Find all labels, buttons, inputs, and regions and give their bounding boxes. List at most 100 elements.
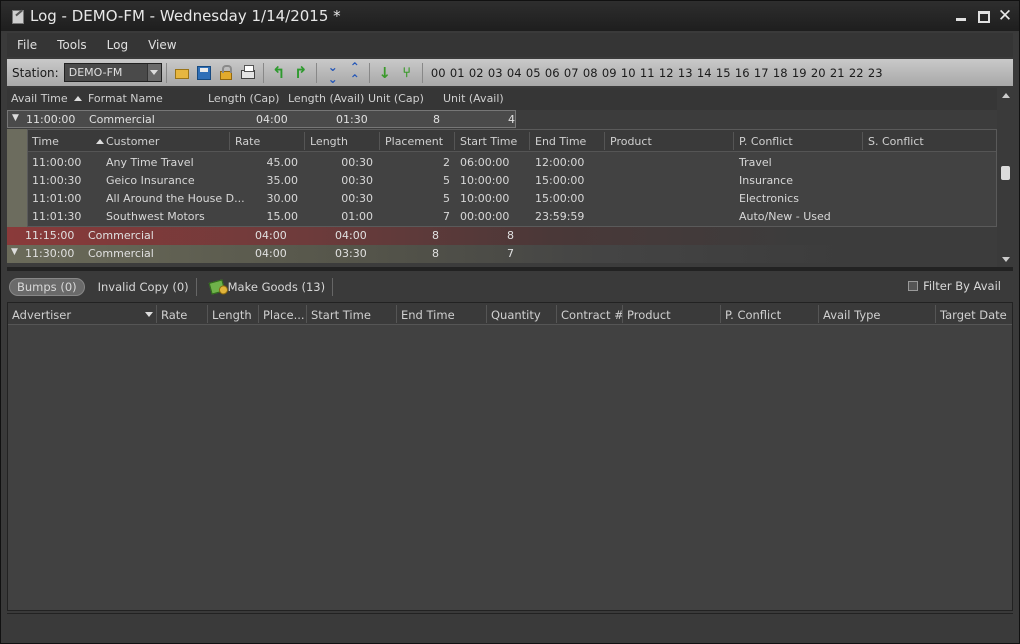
column-p-conflict[interactable]: P. Conflict [725,308,781,322]
spot-row[interactable]: 11:00:00 Any Time Travel 45.00 00:30 2 06:00:… [28,153,996,171]
open-folder-button[interactable] [173,64,191,82]
spot-start-time: 10:00:00 [460,174,510,187]
column-end-time[interactable]: End Time [401,308,455,322]
collapse-triangle-icon[interactable]: ▼ [11,247,18,257]
hour-button-09[interactable]: 09 [600,66,619,80]
avail-row[interactable]: ▼ 11:00:00 Commercial 04:00 01:30 8 4 [7,110,516,128]
spot-row[interactable]: 11:00:30 Geico Insurance 35.00 00:30 5 10:00:… [28,171,996,189]
column-quantity[interactable]: Quantity [491,308,541,322]
chevron-down-icon[interactable] [146,64,161,81]
toolbar-separator [262,62,264,83]
hour-button-07[interactable]: 07 [562,66,581,80]
column-length-avail[interactable]: Length (Avail) [288,92,364,105]
hour-button-22[interactable]: 22 [847,66,866,80]
column-avail-type[interactable]: Avail Type [823,308,881,322]
hour-button-08[interactable]: 08 [581,66,600,80]
hour-button-14[interactable]: 14 [695,66,714,80]
station-dropdown[interactable]: DEMO-FM [63,63,162,82]
tab-invalid-copy[interactable]: Invalid Copy (0) [91,278,197,296]
sort-ascending-icon [73,96,82,101]
printer-icon [240,65,255,79]
menu-log[interactable]: Log [97,38,138,52]
column-placement[interactable]: Place... [263,308,305,322]
hour-button-02[interactable]: 02 [467,66,486,80]
undo-button[interactable]: ↰ [270,64,288,82]
spot-row[interactable]: 11:01:00 All Around the House D... 30.00 00… [28,189,996,207]
redo-button[interactable]: ↱ [292,64,310,82]
hour-button-12[interactable]: 12 [657,66,676,80]
column-length[interactable]: Length [212,308,252,322]
save-button[interactable] [195,64,213,82]
column-s-conflict[interactable]: S. Conflict [868,135,924,148]
column-format-name[interactable]: Format Name [88,92,163,105]
menu-tools[interactable]: Tools [47,38,97,52]
column-contract[interactable]: Contract # [561,308,624,322]
move-down-button[interactable]: ↓ [376,64,394,82]
hour-button-11[interactable]: 11 [638,66,657,80]
hour-button-23[interactable]: 23 [866,66,885,80]
tab-bumps[interactable]: Bumps (0) [9,278,85,296]
lock-button[interactable] [217,64,235,82]
collapse-triangle-icon[interactable]: ▼ [12,113,19,123]
close-icon[interactable]: ✕ [997,8,1013,25]
print-button[interactable] [239,64,257,82]
hour-button-15[interactable]: 15 [714,66,733,80]
column-product[interactable]: Product [627,308,671,322]
spot-customer: Geico Insurance [106,174,195,187]
hour-button-19[interactable]: 19 [790,66,809,80]
menu-file[interactable]: File [7,38,47,52]
column-unit-cap[interactable]: Unit (Cap) [368,92,424,105]
length-cap: 04:00 [255,229,287,242]
tab-make-goods-label: Make Goods (13) [227,280,326,294]
hour-button-13[interactable]: 13 [676,66,695,80]
branch-button[interactable]: ⑂ [398,64,416,82]
hour-button-03[interactable]: 03 [486,66,505,80]
column-advertiser[interactable]: Advertiser [12,308,71,322]
column-rate[interactable]: Rate [161,308,187,322]
avail-row[interactable]: 11:15:00 Commercial 04:00 04:00 8 8 [7,227,997,245]
avail-row[interactable]: ▼ 11:30:00 Commercial 04:00 03:30 8 7 [7,245,997,263]
column-product[interactable]: Product [610,135,652,148]
filter-checkbox[interactable] [908,281,919,291]
collapse-all-button[interactable]: ⌃ ⌃ [345,61,363,85]
toolbar: Station: DEMO-FM ↰ ↱ ⌄ ⌄ ⌃ ⌃ ↓ ⑂ 00 01 02 03 0… [7,59,1013,86]
column-target-date[interactable]: Target Date [940,308,1007,322]
scroll-thumb[interactable] [1001,166,1010,180]
hour-button-00[interactable]: 00 [429,66,448,80]
scroll-up-icon[interactable] [1002,93,1010,98]
unit-avail: 7 [507,247,514,260]
column-avail-time[interactable]: Avail Time [11,92,82,105]
column-p-conflict[interactable]: P. Conflict [739,135,793,148]
make-goods-grid-header: Advertiser Rate Length Place... Start Ti… [8,303,1012,325]
spot-row[interactable]: 11:01:30 Southwest Motors 15.00 01:00 7 00:00… [28,207,996,225]
column-placement[interactable]: Placement [385,135,443,148]
column-time[interactable]: Time [32,135,59,148]
hour-button-05[interactable]: 05 [524,66,543,80]
filter-by-avail[interactable]: Filter By Avail [908,279,1001,293]
vertical-scrollbar[interactable] [998,88,1013,267]
splitter[interactable] [7,267,1013,271]
column-customer[interactable]: Customer [106,135,159,148]
scroll-down-icon[interactable] [1002,257,1010,262]
expand-all-button[interactable]: ⌄ ⌄ [323,61,341,85]
column-length-cap[interactable]: Length (Cap) [208,92,279,105]
hour-button-04[interactable]: 04 [505,66,524,80]
column-length[interactable]: Length [310,135,348,148]
column-start-time[interactable]: Start Time [311,308,371,322]
column-end-time[interactable]: End Time [535,135,586,148]
hour-button-16[interactable]: 16 [733,66,752,80]
column-rate[interactable]: Rate [235,135,260,148]
tab-make-goods[interactable]: Make Goods (13) [203,278,334,296]
hour-button-06[interactable]: 06 [543,66,562,80]
column-start-time[interactable]: Start Time [460,135,517,148]
hour-button-01[interactable]: 01 [448,66,467,80]
hour-button-18[interactable]: 18 [771,66,790,80]
hour-button-21[interactable]: 21 [828,66,847,80]
menu-view[interactable]: View [138,38,186,52]
maximize-icon[interactable] [975,8,991,24]
hour-button-17[interactable]: 17 [752,66,771,80]
hour-button-10[interactable]: 10 [619,66,638,80]
column-unit-avail[interactable]: Unit (Avail) [443,92,504,105]
minimize-icon[interactable] [953,8,969,24]
hour-button-20[interactable]: 20 [809,66,828,80]
